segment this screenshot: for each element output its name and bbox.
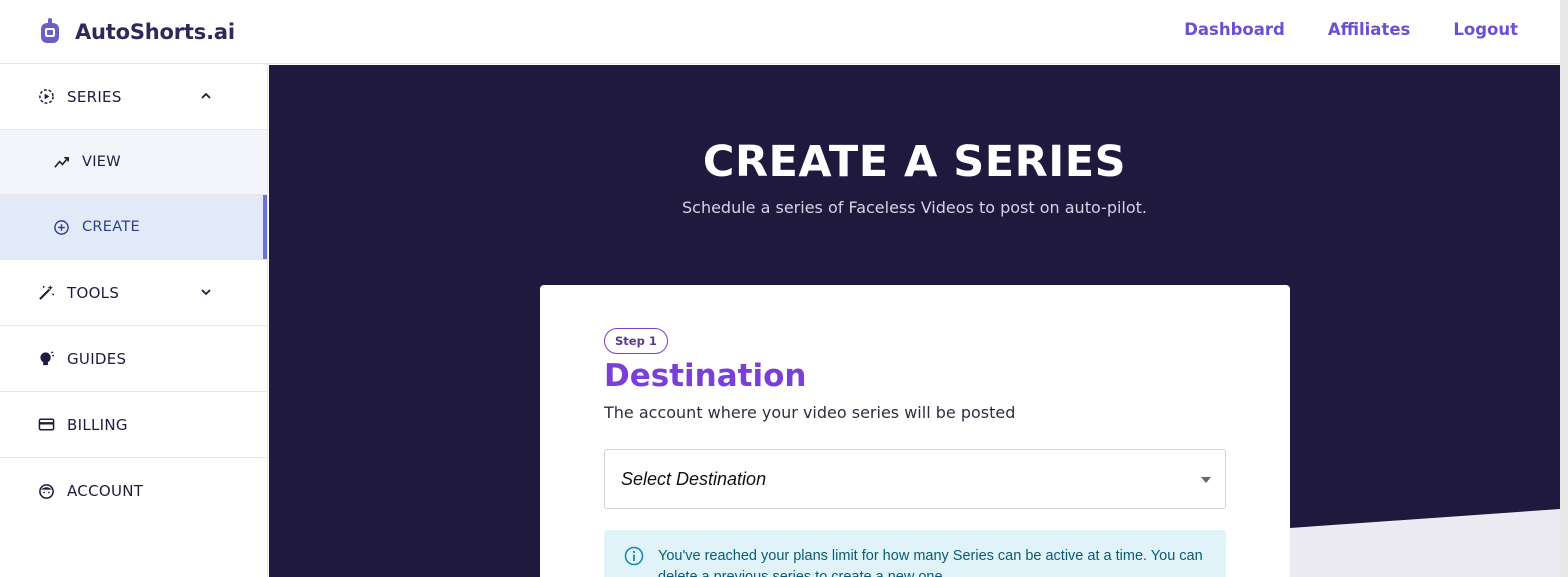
destination-select[interactable]: Select Destination (604, 449, 1226, 509)
step-card: Step 1 Destination The account where you… (540, 285, 1290, 577)
sidebar-label-guides: GUIDES (67, 349, 127, 368)
chevron-down-icon[interactable] (199, 285, 213, 299)
top-navbar: AutoShorts.ai Dashboard Affiliates Logou… (0, 0, 1560, 64)
sidebar-label-series: SERIES (67, 87, 122, 106)
plan-limit-alert: You've reached your plans limit for how … (604, 530, 1226, 577)
info-icon (624, 546, 644, 566)
sidebar-label-billing: BILLING (67, 415, 128, 434)
step-title: Destination (604, 358, 807, 394)
step-subtitle: The account where your video series will… (604, 403, 1016, 422)
plan-limit-alert-text: You've reached your plans limit for how … (658, 548, 1203, 577)
sidebar-label-create: CREATE (82, 219, 140, 235)
nav-dashboard-link[interactable]: Dashboard (1184, 20, 1285, 39)
sidebar-item-account[interactable]: ACCOUNT (0, 458, 267, 524)
user-face-icon (39, 483, 54, 499)
nav-logout-link[interactable]: Logout (1453, 20, 1518, 39)
sidebar-item-series[interactable]: SERIES (0, 64, 267, 130)
robot-logo-icon (41, 18, 59, 43)
main-content: CREATE A SERIES Schedule a series of Fac… (269, 65, 1560, 577)
nav-affiliates-link[interactable]: Affiliates (1328, 20, 1411, 39)
sidebar-item-guides[interactable]: GUIDES (0, 326, 267, 392)
lightbulb-icon (40, 351, 55, 366)
sidebar-item-create[interactable]: CREATE (0, 195, 267, 260)
magic-wand-icon (39, 284, 55, 300)
step-badge: Step 1 (604, 328, 668, 354)
series-icon (39, 89, 54, 104)
trend-icon (54, 156, 69, 168)
sidebar-item-view[interactable]: VIEW (0, 130, 267, 195)
brand-logo[interactable]: AutoShorts.ai (38, 17, 235, 47)
credit-card-icon (38, 418, 55, 431)
destination-select-value: Select Destination (621, 469, 767, 489)
sidebar-item-tools[interactable]: TOOLS (0, 260, 267, 326)
dropdown-caret-icon (1201, 477, 1211, 483)
sidebar-item-billing[interactable]: BILLING (0, 392, 267, 458)
chevron-up-icon[interactable] (199, 89, 213, 103)
page-scrollbar[interactable] (1560, 0, 1568, 577)
page-subtitle: Schedule a series of Faceless Videos to … (681, 198, 1148, 217)
sidebar: SERIES VIEW CREATE TOOLS GUIDES BILLING … (0, 64, 268, 577)
plus-circle-icon (54, 219, 69, 235)
sidebar-label-account: ACCOUNT (67, 482, 144, 500)
sidebar-label-tools: TOOLS (67, 283, 120, 302)
sidebar-label-view: VIEW (82, 154, 121, 170)
brand-name: AutoShorts.ai (75, 20, 235, 44)
top-nav-links: Dashboard Affiliates Logout (1184, 20, 1518, 39)
page-title: CREATE A SERIES (702, 137, 1127, 187)
